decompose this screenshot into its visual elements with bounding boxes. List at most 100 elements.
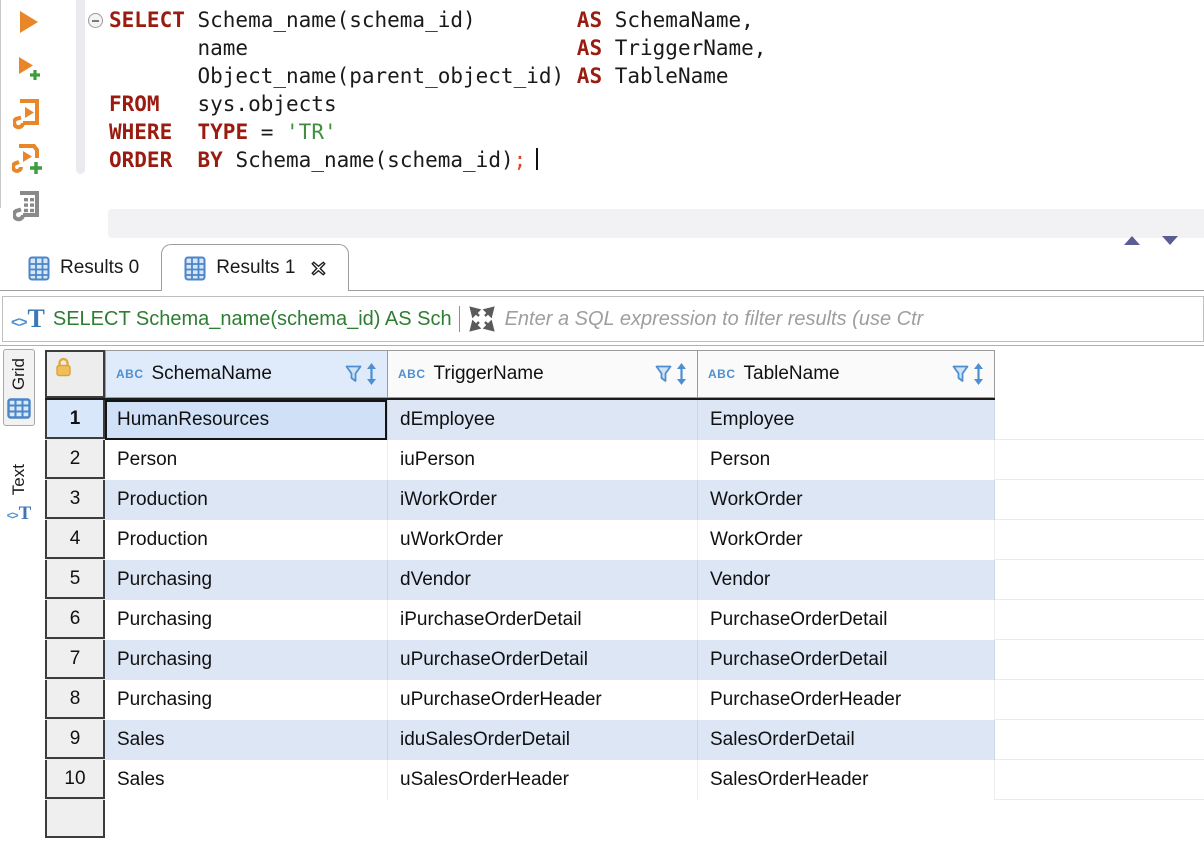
expand-filter-panel-button[interactable]: [469, 306, 495, 332]
execute-statement-new-tab-button[interactable]: [11, 52, 45, 84]
code-line[interactable]: name AS TriggerName,: [109, 34, 766, 62]
editor-annotation-ruler: [76, 0, 85, 174]
grid-cell[interactable]: Sales: [105, 720, 388, 760]
grid-cell[interactable]: WorkOrder: [698, 480, 995, 520]
execute-script-button[interactable]: [11, 98, 45, 130]
column-filter-sort-icons[interactable]: [952, 363, 984, 385]
column-filter-sort-icons[interactable]: [655, 363, 687, 385]
row-empty-area: [995, 640, 1204, 679]
row-number[interactable]: 3: [45, 480, 105, 519]
code-line[interactable]: ORDER BY Schema_name(schema_id);: [109, 146, 766, 174]
grid-cell[interactable]: HumanResources: [105, 400, 388, 440]
filter-input-placeholder[interactable]: Enter a SQL expression to filter results…: [505, 308, 1203, 331]
row-number[interactable]: 10: [45, 760, 105, 799]
grid-cell[interactable]: dVendor: [388, 560, 698, 600]
table-row: 2PersoniuPersonPerson: [45, 440, 1204, 480]
grid-cell[interactable]: Person: [105, 440, 388, 480]
filter-funnel-icon: [345, 365, 362, 384]
sort-arrows-icon: [366, 363, 377, 385]
execute-toolbar: [11, 6, 55, 222]
row-number[interactable]: 6: [45, 600, 105, 639]
row-empty-area: [995, 400, 1204, 439]
row-number[interactable]: 8: [45, 680, 105, 719]
table-row: 8PurchasinguPurchaseOrderHeaderPurchaseO…: [45, 680, 1204, 720]
grid-cell[interactable]: uSalesOrderHeader: [388, 760, 698, 800]
grid-cell[interactable]: dEmployee: [388, 400, 698, 440]
grid-cell[interactable]: Purchasing: [105, 600, 388, 640]
code-token: ;: [514, 148, 527, 172]
sql-editor[interactable]: SELECT Schema_name(schema_id) AS SchemaN…: [0, 0, 1204, 208]
code-fold-collapse-icon[interactable]: [88, 13, 103, 28]
code-token: name: [109, 36, 577, 60]
filter-funnel-icon: [952, 365, 969, 384]
column-header-tablename[interactable]: ABC TableName: [698, 350, 995, 398]
code-token: TriggerName,: [602, 36, 766, 60]
column-header-triggername[interactable]: ABC TriggerName: [388, 350, 698, 398]
applied-filter-query: SELECT Schema_name(schema_id) AS Sch: [53, 308, 452, 331]
grid-cell[interactable]: Production: [105, 480, 388, 520]
presentation-tab-grid[interactable]: Grid: [3, 349, 35, 426]
grid-cell[interactable]: PurchaseOrderDetail: [698, 640, 995, 680]
execute-script-new-tab-button[interactable]: [11, 144, 45, 176]
editor-horizontal-scrollbar[interactable]: [108, 209, 1204, 238]
column-filter-sort-icons[interactable]: [345, 363, 377, 385]
grid-cell[interactable]: PurchaseOrderDetail: [698, 600, 995, 640]
result-grid: ABC SchemaName ABC TriggerName ABC Table…: [45, 350, 1204, 838]
code-token: TableName: [602, 64, 728, 88]
grid-cell[interactable]: Sales: [105, 760, 388, 800]
grid-cell[interactable]: uPurchaseOrderDetail: [388, 640, 698, 680]
column-header-schemaname[interactable]: ABC SchemaName: [105, 350, 388, 398]
code-token: sys.objects: [160, 92, 337, 116]
grid-cell[interactable]: Person: [698, 440, 995, 480]
row-number[interactable]: 4: [45, 520, 105, 559]
grid-cell[interactable]: iduSalesOrderDetail: [388, 720, 698, 760]
table-row: 6PurchasingiPurchaseOrderDetailPurchaseO…: [45, 600, 1204, 640]
row-number[interactable]: 2: [45, 440, 105, 479]
empty-row-header: [45, 800, 105, 838]
grid-cell[interactable]: PurchaseOrderHeader: [698, 680, 995, 720]
table-row: 9SalesiduSalesOrderDetailSalesOrderDetai…: [45, 720, 1204, 760]
grid-cell[interactable]: Employee: [698, 400, 995, 440]
row-number[interactable]: 7: [45, 640, 105, 679]
results-tab-0[interactable]: Results 0: [6, 245, 161, 291]
code-line[interactable]: FROM sys.objects: [109, 90, 766, 118]
table-row: 10SalesuSalesOrderHeaderSalesOrderHeader: [45, 760, 1204, 800]
explain-execution-plan-icon: [13, 190, 43, 222]
row-number[interactable]: 5: [45, 560, 105, 599]
execute-statement-button[interactable]: [11, 6, 45, 38]
row-number[interactable]: 1: [45, 400, 105, 439]
grid-cell[interactable]: Purchasing: [105, 640, 388, 680]
grid-cell[interactable]: iuPerson: [388, 440, 698, 480]
code-token: WHERE: [109, 120, 172, 144]
code-line[interactable]: WHERE TYPE = 'TR': [109, 118, 766, 146]
grid-cell[interactable]: Purchasing: [105, 680, 388, 720]
code-token: AS: [577, 36, 602, 60]
grid-results-icon: [184, 256, 206, 281]
grid-cell[interactable]: Vendor: [698, 560, 995, 600]
grid-cell[interactable]: iWorkOrder: [388, 480, 698, 520]
code-token: Schema_name(schema_id): [223, 148, 514, 172]
grid-cell[interactable]: Purchasing: [105, 560, 388, 600]
close-tab-icon[interactable]: [311, 261, 326, 276]
grid-cell[interactable]: uPurchaseOrderHeader: [388, 680, 698, 720]
grid-cell[interactable]: SalesOrderHeader: [698, 760, 995, 800]
explain-execution-plan-button[interactable]: [11, 190, 45, 222]
grid-cell[interactable]: WorkOrder: [698, 520, 995, 560]
grid-cell[interactable]: iPurchaseOrderDetail: [388, 600, 698, 640]
grid-cell[interactable]: uWorkOrder: [388, 520, 698, 560]
sort-arrows-icon: [676, 363, 687, 385]
sql-code[interactable]: SELECT Schema_name(schema_id) AS SchemaN…: [109, 6, 766, 174]
row-number[interactable]: 9: [45, 720, 105, 759]
presentation-switch-strip: Grid Text <>T: [0, 346, 44, 842]
column-name: SchemaName: [152, 363, 346, 385]
grid-cell[interactable]: Production: [105, 520, 388, 560]
results-tab-1[interactable]: Results 1: [161, 244, 349, 291]
code-line[interactable]: SELECT Schema_name(schema_id) AS SchemaN…: [109, 6, 766, 34]
grid-corner-lock-cell[interactable]: [45, 350, 105, 398]
results-filter-bar[interactable]: <>T SELECT Schema_name(schema_id) AS Sch…: [2, 296, 1204, 342]
grid-cell[interactable]: SalesOrderDetail: [698, 720, 995, 760]
row-empty-area: [995, 680, 1204, 719]
code-line[interactable]: Object_name(parent_object_id) AS TableNa…: [109, 62, 766, 90]
row-empty-area: [995, 520, 1204, 559]
presentation-tab-text[interactable]: Text <>T: [3, 456, 35, 531]
